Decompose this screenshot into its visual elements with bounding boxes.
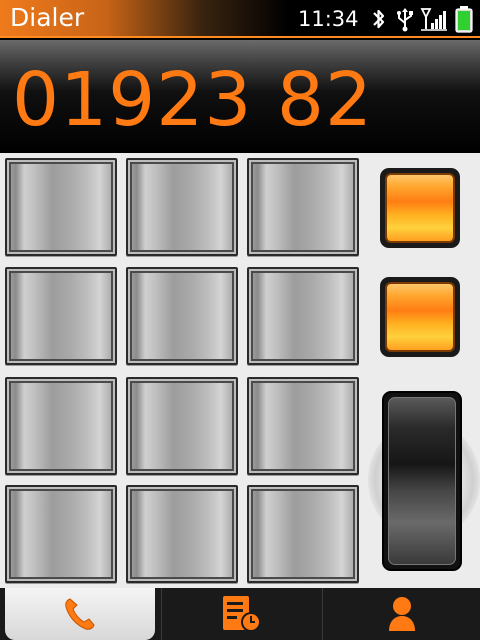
dialed-number: 01923 82 [12, 57, 374, 143]
clock: 11:34 [298, 7, 359, 31]
keypad-key[interactable] [247, 485, 359, 583]
keypad-key[interactable] [5, 158, 117, 256]
keypad-key[interactable] [247, 267, 359, 365]
signal-icon [420, 8, 447, 31]
keypad-key[interactable] [247, 377, 359, 475]
tab-contacts[interactable] [322, 588, 480, 640]
keypad-key[interactable] [247, 158, 359, 256]
battery-icon [455, 6, 473, 33]
orange-button-face [385, 282, 455, 352]
orange-button-face [385, 173, 455, 243]
status-bar: Dialer 11:34 [0, 0, 480, 38]
orange-button-bottom[interactable] [380, 277, 460, 357]
call-slider-face [388, 397, 456, 565]
keypad-key[interactable] [5, 485, 117, 583]
keypad-key[interactable] [126, 377, 238, 475]
bluetooth-icon [373, 9, 385, 29]
keypad-key[interactable] [126, 485, 238, 583]
keypad-key[interactable] [126, 267, 238, 365]
keypad-key[interactable] [5, 267, 117, 365]
tab-bar [0, 588, 480, 640]
orange-button-top[interactable] [380, 168, 460, 248]
call-slider-button[interactable] [382, 391, 462, 571]
call-log-icon [223, 596, 261, 632]
phone-icon [65, 598, 95, 630]
keypad-key[interactable] [5, 377, 117, 475]
keypad-key[interactable] [126, 158, 238, 256]
contact-icon [388, 597, 415, 631]
tab-dialer[interactable] [5, 588, 155, 640]
usb-icon [397, 8, 413, 32]
app-title: Dialer [10, 3, 85, 32]
tab-call-log[interactable] [161, 588, 322, 640]
number-display: 01923 82 [0, 40, 480, 153]
